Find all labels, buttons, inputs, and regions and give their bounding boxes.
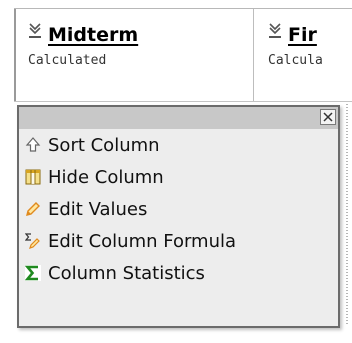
menu-item-label: Hide Column bbox=[48, 167, 164, 188]
menu-item-edit-values[interactable]: Edit Values bbox=[25, 195, 336, 225]
column-subtitle-final: Calcula bbox=[268, 53, 323, 68]
hide-column-icon bbox=[25, 169, 41, 185]
sigma-icon bbox=[24, 265, 41, 281]
column-title-final[interactable]: Fir bbox=[288, 24, 317, 46]
column-menu-icon[interactable] bbox=[28, 23, 42, 39]
column-title-row: Fir bbox=[268, 23, 317, 47]
sort-icon bbox=[25, 137, 41, 153]
gradebook-grid: Midterm Calculated Fir Calcula Sort Colu… bbox=[0, 0, 352, 343]
menu-item-column-statistics[interactable]: Column Statistics bbox=[24, 259, 336, 289]
column-header-midterm[interactable]: Midterm Calculated bbox=[14, 9, 254, 101]
menu-item-label: Edit Values bbox=[48, 199, 148, 220]
menu-item-sort-column[interactable]: Sort Column bbox=[25, 131, 336, 161]
menu-item-label: Edit Column Formula bbox=[48, 231, 237, 252]
pencil-icon bbox=[25, 201, 41, 217]
formula-icon bbox=[24, 233, 41, 249]
column-title-midterm[interactable]: Midterm bbox=[48, 24, 138, 46]
column-menu-icon[interactable] bbox=[268, 23, 282, 39]
menu-item-hide-column[interactable]: Hide Column bbox=[25, 163, 336, 193]
menu-item-label: Sort Column bbox=[48, 135, 160, 156]
menu-titlebar bbox=[19, 107, 338, 129]
column-subtitle-midterm: Calculated bbox=[28, 53, 107, 68]
column-title-row: Midterm bbox=[28, 23, 138, 47]
header-bottom-border bbox=[14, 101, 352, 102]
column-context-menu: Sort Column Hide Column Edit Values Edit… bbox=[17, 105, 340, 328]
column-dotted-divider bbox=[346, 104, 348, 324]
menu-item-edit-column-formula[interactable]: Edit Column Formula bbox=[24, 227, 336, 257]
column-header-final[interactable]: Fir Calcula bbox=[254, 9, 352, 101]
close-icon[interactable] bbox=[320, 109, 336, 125]
menu-item-label: Column Statistics bbox=[48, 263, 205, 284]
